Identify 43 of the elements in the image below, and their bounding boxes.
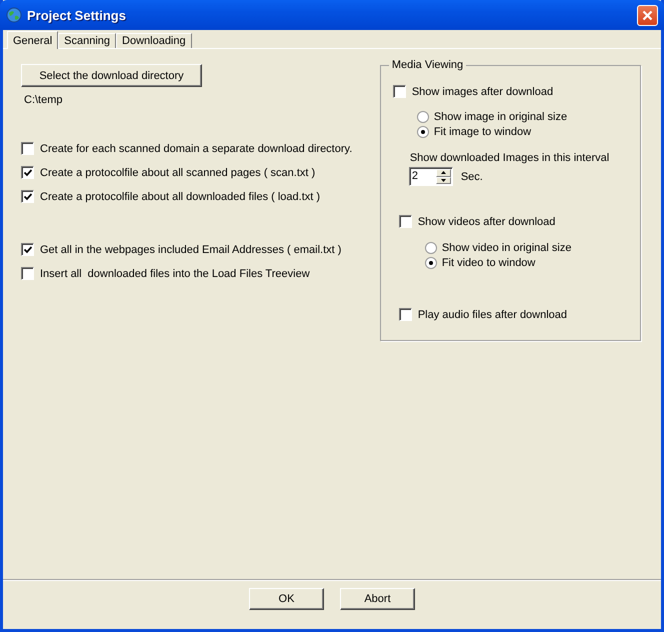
radio-button[interactable]	[424, 242, 437, 254]
checkbox[interactable]	[21, 142, 34, 155]
radio-label: Fit image to window	[434, 126, 532, 138]
radio-button[interactable]	[416, 111, 429, 123]
dialog-button[interactable]: OK	[249, 588, 324, 610]
checkbox[interactable]	[398, 215, 412, 228]
tab[interactable]: Scanning	[58, 33, 116, 48]
select-directory-button[interactable]: Select the download directory	[21, 64, 202, 87]
checkbox-label: Create a protocolfile about all scanned pages ( scan.txt )	[40, 166, 316, 178]
close-icon	[642, 10, 653, 20]
unit-label: Sec.	[460, 170, 483, 182]
checkbox-label: Create a protocolfile about all downloaded files ( load.txt )	[40, 190, 320, 202]
up-caret-icon	[440, 171, 446, 174]
radio-button[interactable]	[416, 126, 429, 138]
checkbox-label: Show videos after download	[418, 216, 556, 228]
radio-label: Fit video to window	[442, 257, 536, 269]
radio-label: Show video in original size	[442, 242, 572, 254]
checkbox[interactable]	[21, 243, 34, 256]
interval-spinner[interactable]: 2	[408, 167, 453, 186]
radio-button[interactable]	[424, 257, 437, 269]
down-caret-icon	[440, 178, 446, 182]
checkbox[interactable]	[398, 308, 412, 321]
window-title: Project Settings	[27, 8, 127, 22]
tab[interactable]: General	[7, 31, 58, 49]
directory-path: C:\temp	[24, 94, 64, 106]
checkbox-label: Create for each scanned domain a separate download directory.	[40, 142, 352, 154]
globe-icon	[6, 7, 22, 23]
checkbox-label: Play audio files after download	[418, 308, 568, 320]
spin-down-button[interactable]	[436, 176, 451, 184]
close-button[interactable]	[637, 4, 658, 26]
checkbox-label: Show images after download	[412, 86, 554, 98]
spin-up-button[interactable]	[436, 169, 451, 176]
checkbox[interactable]	[21, 166, 34, 179]
checkbox[interactable]	[21, 190, 34, 203]
dialog-button[interactable]: Abort	[340, 588, 415, 610]
checkbox-label: Get all in the webpages included Email Addresses ( email.txt )	[40, 244, 342, 256]
group-title: Media Viewing	[390, 59, 464, 71]
radio-label: Show image in original size	[434, 111, 568, 123]
checkbox[interactable]	[21, 267, 34, 280]
tab[interactable]: Downloading	[116, 33, 192, 48]
checkbox[interactable]	[392, 85, 406, 98]
interval-label: Show downloaded Images in this interval	[410, 152, 610, 164]
checkbox-label: Insert all downloaded files into the Load Files Treeview	[40, 268, 310, 280]
